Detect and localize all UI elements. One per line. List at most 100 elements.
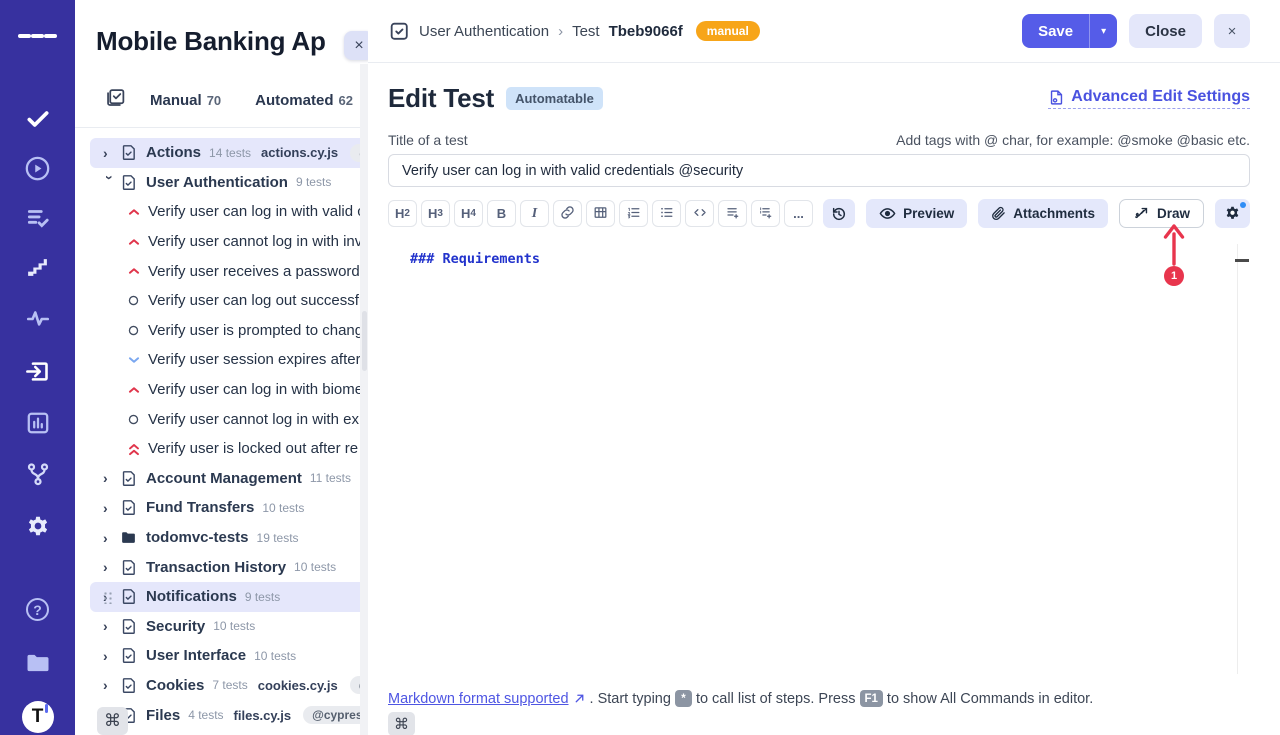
priority-high-icon	[127, 235, 143, 249]
gear-icon	[1224, 205, 1241, 222]
advanced-edit-settings-link[interactable]: Advanced Edit Settings	[1048, 88, 1250, 109]
branch-icon[interactable]	[18, 457, 58, 493]
preview-button[interactable]: Preview	[866, 199, 967, 228]
app-logo[interactable]: T	[18, 699, 58, 735]
formatting-buttons: H2H3H4BI...	[388, 200, 813, 227]
dismiss-button[interactable]: ×	[1214, 14, 1250, 48]
suite-doc-icon	[120, 618, 137, 635]
panel-tabs: Manual 70 Automated 62	[105, 87, 368, 113]
tree-scrollbar[interactable]	[360, 64, 368, 735]
chevron-right-icon[interactable]: ›	[103, 470, 120, 486]
automatable-badge: Automatable	[506, 87, 603, 110]
suite-doc-icon	[120, 470, 137, 487]
tree-item-label: Fund Transfers	[146, 499, 254, 516]
tree-item-label: Account Management	[146, 470, 302, 487]
tree-test-row[interactable]: Verify user receives a password r	[75, 256, 368, 286]
tests-check-icon[interactable]	[18, 101, 58, 137]
bold-button[interactable]: B	[487, 200, 516, 227]
chevron-right-icon[interactable]: ›	[103, 618, 120, 634]
import-icon[interactable]	[18, 353, 58, 389]
tree-test-row[interactable]: Verify user can log out successfu	[75, 286, 368, 316]
tree-test-row[interactable]: Verify user session expires after	[75, 345, 368, 375]
link-button[interactable]	[553, 200, 582, 227]
heading3-button[interactable]: H3	[421, 200, 450, 227]
app-window: ? T Mobile Banking Ap × Manual 70 Automa…	[0, 0, 1280, 735]
editor-scroll-dash[interactable]	[1235, 259, 1249, 262]
tree-test-row[interactable]: Verify user can log in with valid cre	[75, 197, 368, 227]
divider	[75, 127, 368, 128]
tree-suite-row[interactable]: ›Account Management11 tests	[75, 464, 368, 494]
bullet-list-add-button[interactable]	[718, 200, 747, 227]
breadcrumb-test-id[interactable]: Tbeb9066f	[609, 23, 683, 40]
project-title: Mobile Banking Ap	[96, 26, 368, 57]
heading2-button[interactable]: H2	[388, 200, 417, 227]
tree-suite-row[interactable]: ›Cookies7 testscookies.cy.js@c	[75, 671, 368, 701]
table-button[interactable]	[586, 200, 615, 227]
link-icon	[560, 205, 575, 223]
tree-test-row[interactable]: Verify user cannot log in with ex	[75, 404, 368, 434]
plans-list-check-icon[interactable]	[18, 200, 58, 236]
projects-folder-icon[interactable]	[18, 646, 58, 682]
history-button[interactable]	[823, 199, 855, 228]
command-key-badge[interactable]: ⌘	[97, 707, 128, 735]
chevron-right-icon[interactable]: ›	[103, 500, 120, 516]
italic-button[interactable]: I	[520, 200, 549, 227]
editor-content[interactable]: ### Requirements	[388, 238, 1250, 267]
tree-item-file: files.cy.js	[234, 708, 292, 723]
tree-test-row[interactable]: Verify user can log in with biome	[75, 375, 368, 405]
markdown-help-link[interactable]: Markdown format supported	[388, 691, 586, 707]
chevron-right-icon[interactable]: ›	[103, 559, 120, 575]
tree-item-label: User Interface	[146, 647, 246, 664]
help-icon[interactable]: ?	[18, 592, 58, 628]
editor-settings-button[interactable]	[1215, 199, 1250, 228]
code-button[interactable]	[685, 200, 714, 227]
runs-play-icon[interactable]	[18, 151, 58, 187]
menu-icon[interactable]	[18, 18, 58, 54]
settings-gear-icon[interactable]	[18, 508, 58, 544]
chevron-down-icon[interactable]: ›	[102, 176, 118, 193]
tree-suite-row[interactable]: ›User Interface10 tests	[75, 641, 368, 671]
tree-suite-row[interactable]: ›Notifications9 tests	[90, 582, 368, 612]
tree-suite-row[interactable]: › Fund Transfers 10 tests	[75, 493, 368, 523]
select-tests-icon[interactable]	[105, 87, 126, 113]
drag-handle-icon[interactable]	[103, 591, 114, 604]
attachments-button[interactable]: Attachments	[978, 199, 1108, 228]
steps-icon[interactable]	[18, 250, 58, 286]
save-dropdown-caret[interactable]: ▾	[1089, 14, 1117, 48]
tree-item-file: cookies.cy.js	[258, 678, 338, 693]
tree-test-row[interactable]: Verify user is locked out after re	[75, 434, 368, 464]
save-button[interactable]: Save ▾	[1022, 14, 1117, 48]
tree-suite-row[interactable]: ›Actions14 testsactions.cy.js@c	[90, 138, 368, 168]
activity-pulse-icon[interactable]	[18, 302, 58, 338]
chevron-right-icon[interactable]: ›	[103, 145, 120, 161]
panel-close-button[interactable]: ×	[344, 31, 368, 60]
markdown-editor[interactable]: ### Requirements	[388, 238, 1250, 682]
tab-manual[interactable]: Manual 70	[150, 92, 221, 109]
bullet-list-button[interactable]	[652, 200, 681, 227]
ordered-list-add-button[interactable]	[751, 200, 780, 227]
tree-item-count: 10 tests	[262, 501, 304, 515]
tab-automated[interactable]: Automated 62	[255, 92, 353, 109]
breadcrumb-suite[interactable]: User Authentication	[419, 23, 549, 40]
ordered-list-button[interactable]	[619, 200, 648, 227]
tree-suite-row[interactable]: ›todomvc-tests19 tests	[75, 523, 368, 553]
annotation-step-badge: 1	[1164, 266, 1184, 286]
chevron-right-icon[interactable]: ›	[103, 648, 120, 664]
test-title-input[interactable]	[388, 154, 1250, 187]
tree-item-count: 14 tests	[209, 146, 251, 160]
tree-suite-row[interactable]: ›User Authentication9 tests	[75, 168, 368, 198]
chevron-right-icon[interactable]: ›	[103, 677, 120, 693]
notification-dot	[1240, 202, 1246, 208]
manual-count: 70	[207, 93, 221, 108]
chevron-right-icon[interactable]: ›	[103, 530, 120, 546]
close-button[interactable]: Close	[1129, 14, 1202, 48]
tree-suite-row[interactable]: ›Transaction History10 tests	[75, 552, 368, 582]
tree-suite-row[interactable]: ›Security10 tests	[75, 612, 368, 642]
command-key-badge[interactable]: ⌘	[388, 712, 415, 735]
heading4-button[interactable]: H4	[454, 200, 483, 227]
suite-doc-icon	[120, 499, 137, 516]
tree-test-row[interactable]: Verify user cannot log in with inv	[75, 227, 368, 257]
tree-test-row[interactable]: Verify user is prompted to chang	[75, 316, 368, 346]
more-formatting-button[interactable]: ...	[784, 200, 813, 227]
reports-chart-icon[interactable]	[18, 405, 58, 441]
